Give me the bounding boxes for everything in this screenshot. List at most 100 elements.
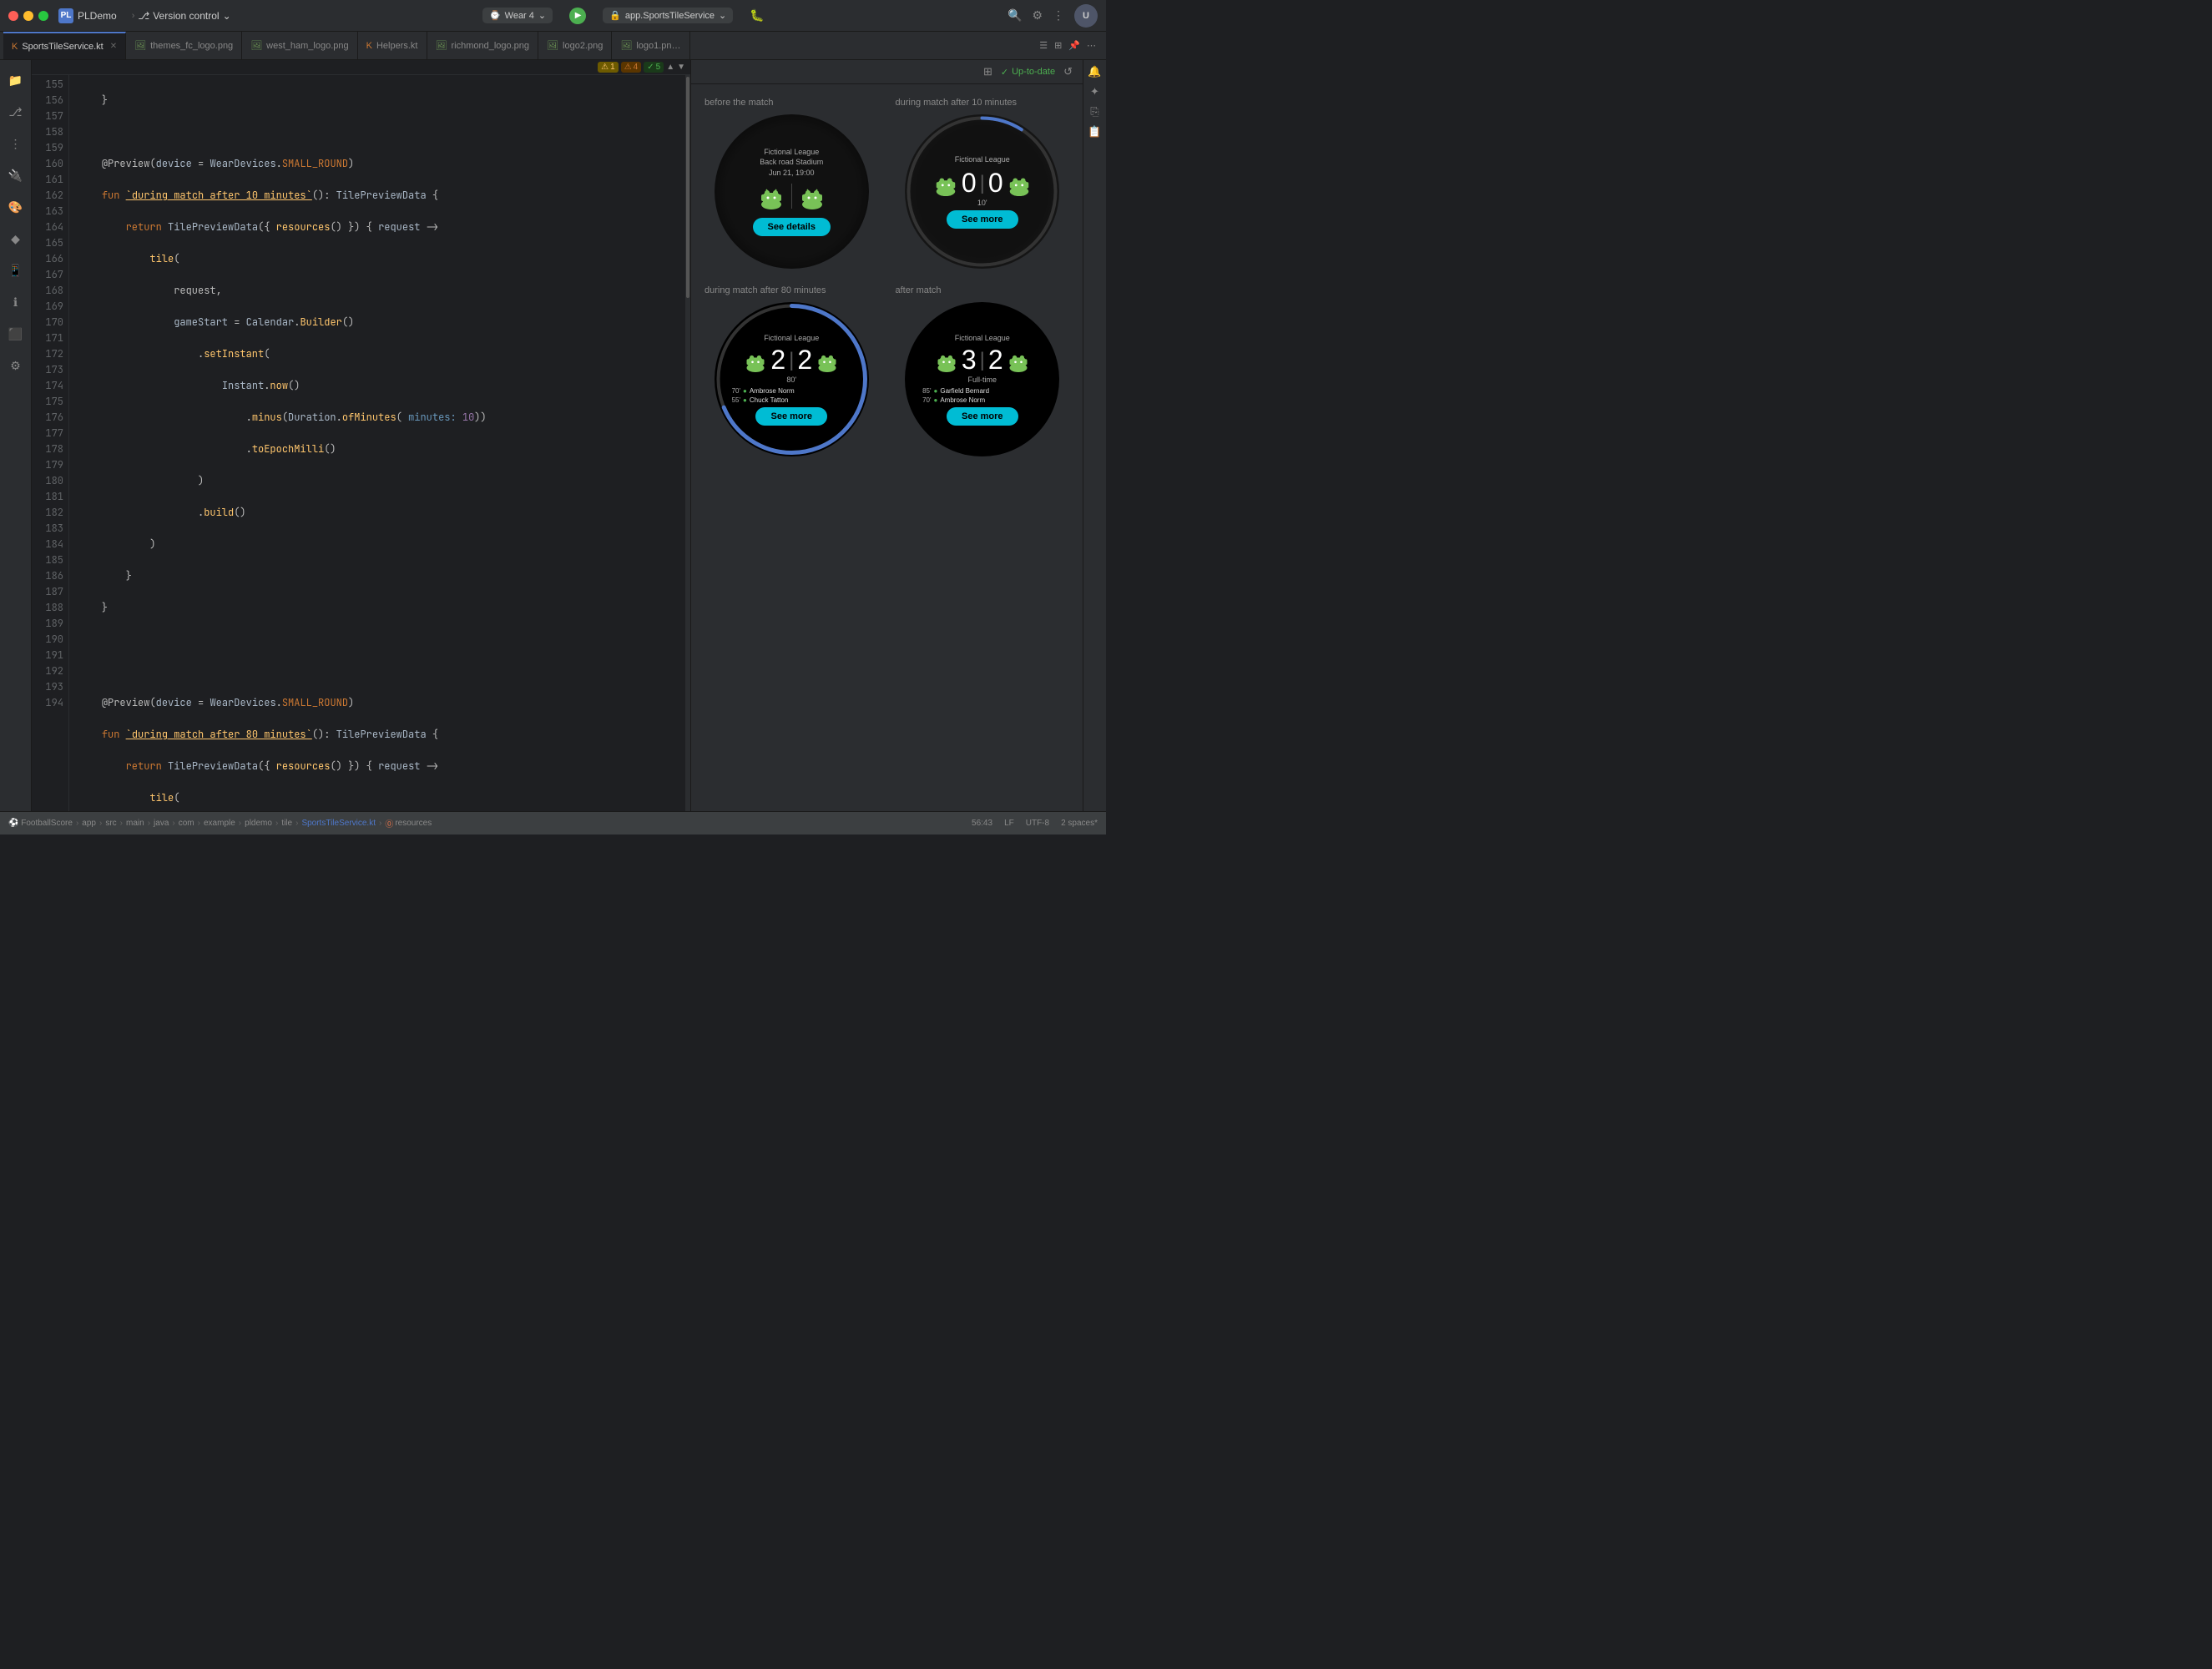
team2-logo-after	[1007, 349, 1030, 372]
copy-icon[interactable]: ⎘	[1090, 105, 1098, 118]
bc-file[interactable]: SportsTileService.kt	[301, 819, 376, 828]
maximize-button[interactable]	[38, 11, 48, 21]
tab-logo2[interactable]: 🖼 logo2.png	[538, 32, 612, 59]
tab-icon-png: 🖼	[250, 40, 262, 51]
tab-label: Helpers.kt	[376, 41, 418, 51]
version-control[interactable]: ⎇ Version control ⌄	[138, 10, 230, 22]
bc-main[interactable]: main	[126, 819, 144, 828]
preview-before-match: before the match Fictional LeagueBack ro…	[705, 98, 879, 269]
team2-logo	[799, 183, 826, 209]
tab-list-icon[interactable]: ☰	[1039, 40, 1048, 51]
user-avatar[interactable]: U	[1074, 4, 1098, 28]
sidebar-item-folder[interactable]: 📁	[3, 67, 29, 93]
bc-src[interactable]: src	[105, 819, 116, 828]
device-name: Wear 4	[505, 11, 534, 21]
sidebar-item-more[interactable]: ⋮	[3, 130, 29, 157]
sidebar-item-settings[interactable]: ⚙	[3, 352, 29, 379]
tab-icon-kt: K	[12, 42, 18, 52]
before-match-label: before the match	[705, 98, 774, 108]
code-area[interactable]: 155156157158 159160161162 163164165166 1…	[32, 75, 690, 811]
sidebar-item-paint[interactable]: 🎨	[3, 194, 29, 220]
close-button[interactable]	[8, 11, 18, 21]
sidebar-item-diamond[interactable]: ◆	[3, 225, 29, 252]
bc-resources[interactable]: ⓪ resources	[385, 817, 432, 829]
left-sidebar: 📁 ⎇ ⋮ 🔌 🎨 ◆ 📱 ℹ ⬛ ⚙	[0, 60, 32, 811]
tab-icon-png: 🖼	[436, 40, 447, 51]
before-teams	[758, 183, 826, 209]
sidebar-item-android[interactable]: 📱	[3, 257, 29, 284]
titlebar-center: ⌚ Wear 4 ⌄ ▶ 🔒 app.SportsTileService ⌄ 🐛	[248, 8, 999, 24]
sidebar-item-terminal[interactable]: ⬛	[3, 320, 29, 347]
tab-close-icon[interactable]: ✕	[110, 42, 117, 51]
bc-example[interactable]: example	[204, 819, 235, 828]
tab-logo1[interactable]: 🖼 logo1.pn…	[612, 32, 689, 59]
ai-icon[interactable]: ✦	[1090, 85, 1099, 98]
settings-icon[interactable]: ⚙	[1032, 8, 1043, 23]
gutter-warnings: ⚠ 1 ⚠ 4 ✓ 5 ▲ ▼	[32, 60, 690, 75]
team1-logo	[758, 183, 785, 209]
minimize-button[interactable]	[23, 11, 33, 21]
line-numbers: 155156157158 159160161162 163164165166 1…	[32, 75, 69, 811]
scorer-dot: ●	[934, 396, 938, 404]
bc-pldemo[interactable]: pldemo	[245, 819, 272, 828]
bc-tile[interactable]: tile	[281, 819, 292, 828]
score-away-after: 2	[988, 345, 1003, 376]
tab-split-icon[interactable]: ⊞	[1054, 40, 1062, 51]
vc-label: Version control	[153, 10, 219, 22]
bc-footballscore[interactable]: ⚽ FootballScore	[8, 819, 73, 828]
tab-more-icon[interactable]: ⋯	[1087, 40, 1096, 51]
tab-icon-png: 🖼	[134, 40, 146, 51]
after-league: Fictional League	[955, 333, 1010, 344]
scrollbar-vertical[interactable]	[685, 75, 690, 811]
progress-ring-10	[905, 114, 1059, 269]
tab-pin-icon[interactable]: 📌	[1068, 40, 1080, 51]
device-chevron: ⌄	[538, 10, 546, 21]
see-more-after-button[interactable]: See more	[947, 407, 1018, 426]
bc-java[interactable]: java	[154, 819, 169, 828]
paste-icon[interactable]: 📋	[1088, 125, 1101, 139]
debug-button[interactable]: 🐛	[750, 8, 764, 23]
preview-layout-icon[interactable]: ⊞	[983, 65, 992, 78]
separator: ›	[132, 11, 135, 21]
more-icon[interactable]: ⋮	[1053, 8, 1064, 23]
vc-icon: ⎇	[138, 10, 149, 22]
warning-badge-2: ⚠ 4	[621, 62, 642, 73]
bc-app[interactable]: app	[82, 819, 96, 828]
run-button[interactable]: ▶	[569, 8, 586, 24]
tab-themes-logo[interactable]: 🖼 themes_fc_logo.png	[126, 32, 242, 59]
watch-icon: ⌚	[489, 10, 501, 21]
during-10-label: during match after 10 minutes	[896, 98, 1018, 108]
preview-during-10: during match after 10 minutes Fictional …	[896, 98, 1070, 269]
bc-com[interactable]: com	[179, 819, 194, 828]
indent: 2 spaces*	[1061, 819, 1098, 828]
team1-logo-after	[935, 349, 958, 372]
breadcrumb: ⚽ FootballScore › app › src › main › jav…	[8, 817, 432, 829]
tab-label: logo2.png	[563, 41, 603, 51]
right-sidebar: 🔔 ✦ ⎘ 📋	[1083, 60, 1106, 811]
before-league: Fictional LeagueBack road StadiumJun 21,…	[760, 147, 823, 179]
tab-westham-logo[interactable]: 🖼 west_ham_logo.png	[242, 32, 357, 59]
check-icon: ✓	[1001, 67, 1008, 78]
status-right: 56:43 LF UTF-8 2 spaces*	[972, 819, 1098, 828]
tab-sportstileservice[interactable]: K SportsTileService.kt ✕	[3, 32, 126, 59]
notification-icon[interactable]: 🔔	[1088, 65, 1101, 78]
see-details-button[interactable]: See details	[753, 218, 831, 236]
code-content[interactable]: } @Preview(device = WearDevices.SMALL_RO…	[69, 75, 685, 811]
watch-during-80: Fictional League 2	[715, 302, 869, 456]
preview-header: ⊞ ✓ Up-to-date ↺	[691, 60, 1083, 84]
scrollbar-thumb[interactable]	[686, 77, 689, 298]
tab-richmond[interactable]: 🖼 richmond_logo.png	[427, 32, 539, 59]
sidebar-item-git[interactable]: ⎇	[3, 98, 29, 125]
search-icon[interactable]: 🔍	[1008, 8, 1022, 23]
service-selector[interactable]: 🔒 app.SportsTileService ⌄	[603, 8, 733, 23]
sidebar-item-info[interactable]: ℹ	[3, 289, 29, 315]
tab-helpers[interactable]: K Helpers.kt	[358, 32, 427, 59]
vc-chevron: ⌄	[223, 10, 231, 22]
preview-refresh-icon[interactable]: ↺	[1063, 65, 1073, 78]
device-selector[interactable]: ⌚ Wear 4 ⌄	[482, 8, 553, 23]
sidebar-item-plugin[interactable]: 🔌	[3, 162, 29, 189]
score-home-after: 3	[962, 345, 977, 376]
app-name-label: PLDemo	[78, 10, 117, 22]
scorer-row: 85' ● Garfield Bernard	[913, 387, 1053, 395]
app-name[interactable]: PL PLDemo	[58, 8, 117, 23]
